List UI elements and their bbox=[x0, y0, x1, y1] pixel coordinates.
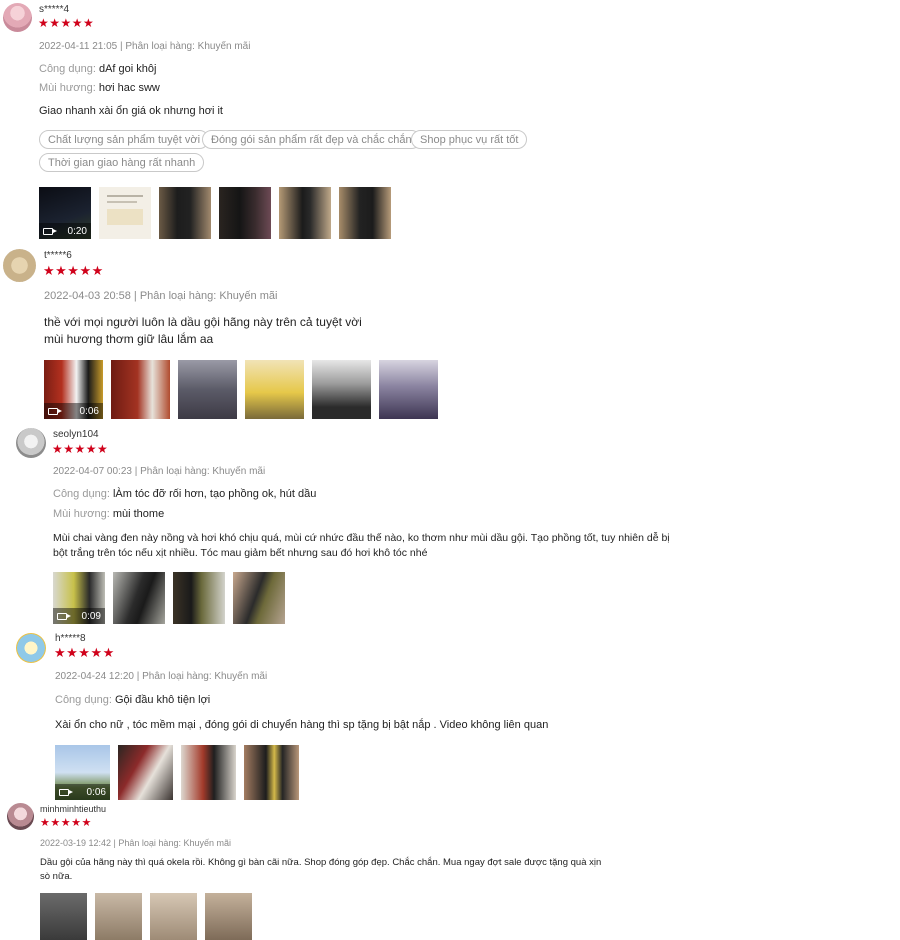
avatar[interactable] bbox=[3, 249, 36, 282]
video-thumbnail[interactable]: 0:09 bbox=[53, 572, 105, 624]
review-meta: 2022-03-19 12:42 | Phân loại hàng: Khuyế… bbox=[40, 838, 231, 848]
media-gallery bbox=[40, 893, 252, 940]
attribute-value: mùi thome bbox=[112, 508, 165, 520]
review-text-line: thề với mọi người luôn là dầu gội hãng n… bbox=[44, 315, 362, 329]
review-meta: 2022-04-11 21:05 | Phân loại hàng: Khuyế… bbox=[39, 41, 251, 52]
review-text: Giao nhanh xài ổn giá ok nhưng hơi it bbox=[39, 105, 223, 117]
media-gallery: 0:06 bbox=[55, 745, 299, 800]
video-thumbnail[interactable]: 0:20 bbox=[39, 187, 91, 239]
username: seolyn104 bbox=[53, 429, 99, 440]
star-rating: ★★★★★ bbox=[52, 442, 109, 456]
review-tag[interactable]: Đóng gói sản phẩm rất đẹp và chắc chắn bbox=[202, 130, 421, 149]
image-thumbnail[interactable] bbox=[219, 187, 271, 239]
image-thumbnail[interactable] bbox=[178, 360, 237, 419]
attribute-label: Công dụng: bbox=[39, 63, 96, 75]
star-rating: ★★★★★ bbox=[43, 263, 104, 278]
video-thumbnail[interactable]: 0:06 bbox=[55, 745, 110, 800]
image-thumbnail[interactable] bbox=[205, 893, 252, 940]
review-text-line: sò nữa. bbox=[40, 870, 73, 882]
star-rating: ★★★★★ bbox=[38, 16, 95, 30]
image-thumbnail[interactable] bbox=[312, 360, 371, 419]
video-camera-icon bbox=[59, 788, 73, 796]
avatar[interactable] bbox=[3, 3, 32, 32]
media-gallery: 0:20 bbox=[39, 187, 391, 239]
review-meta: 2022-04-07 00:23 | Phân loại hàng: Khuyế… bbox=[53, 466, 266, 477]
review-meta: 2022-04-24 12:20 | Phân loại hàng: Khuyế… bbox=[55, 671, 268, 682]
attribute-value: dAf goi khôj bbox=[98, 63, 157, 75]
review-text: Dầu gội của hãng này thì quá okela rồi. … bbox=[40, 856, 601, 884]
image-thumbnail[interactable] bbox=[244, 745, 299, 800]
image-thumbnail[interactable] bbox=[279, 187, 331, 239]
review-text-line: Dầu gội của hãng này thì quá okela rồi. … bbox=[40, 857, 602, 868]
image-thumbnail[interactable] bbox=[159, 187, 211, 239]
review-tag[interactable]: Thời gian giao hàng rất nhanh bbox=[39, 153, 205, 172]
username: s*****4 bbox=[39, 4, 70, 15]
review-text-line: Mùi chai vàng đen này nồng và hơi khó ch… bbox=[53, 532, 670, 544]
image-thumbnail[interactable] bbox=[245, 360, 304, 419]
attribute-value: lÀm tóc đỡ rối hơn, tạo phồng ok, hút dầ… bbox=[112, 488, 317, 500]
review-text: Mùi chai vàng đen này nồng và hơi khó ch… bbox=[53, 531, 670, 561]
attribute-label: Công dụng: bbox=[55, 694, 112, 706]
attribute-scent: Mùi hương: mùi thome bbox=[53, 508, 164, 520]
image-thumbnail[interactable] bbox=[339, 187, 391, 239]
attribute-value: hơi hac sww bbox=[98, 82, 160, 94]
review-text: Xài ổn cho nữ , tóc mềm mại , đóng gói d… bbox=[55, 719, 549, 731]
video-camera-icon bbox=[48, 407, 62, 415]
image-thumbnail[interactable] bbox=[181, 745, 236, 800]
video-thumbnail[interactable]: 0:06 bbox=[44, 360, 103, 419]
avatar[interactable] bbox=[7, 803, 34, 830]
attribute-label: Công dụng: bbox=[53, 488, 110, 500]
avatar[interactable] bbox=[16, 633, 46, 663]
image-thumbnail[interactable] bbox=[233, 572, 285, 624]
attribute-usage: Công dụng: lÀm tóc đỡ rối hơn, tạo phồng… bbox=[53, 488, 316, 500]
username: h*****8 bbox=[55, 633, 86, 644]
review-tag[interactable]: Chất lượng sản phẩm tuyệt vời bbox=[39, 130, 210, 149]
username: minhminhtieuthu bbox=[40, 804, 107, 814]
video-duration: 0:20 bbox=[67, 225, 87, 237]
image-thumbnail[interactable] bbox=[173, 572, 225, 624]
avatar[interactable] bbox=[16, 428, 46, 458]
star-rating: ★★★★★ bbox=[40, 817, 92, 829]
username: t*****6 bbox=[44, 250, 72, 261]
image-thumbnail[interactable] bbox=[150, 893, 197, 940]
image-thumbnail[interactable] bbox=[379, 360, 438, 419]
image-thumbnail[interactable] bbox=[40, 893, 87, 940]
media-gallery: 0:06 bbox=[44, 360, 438, 419]
video-camera-icon bbox=[43, 227, 57, 235]
image-thumbnail[interactable] bbox=[111, 360, 170, 419]
attribute-label: Mùi hương: bbox=[39, 82, 96, 94]
review-meta: 2022-04-03 20:58 | Phân loại hàng: Khuyế… bbox=[44, 290, 278, 302]
review-text-line: mùi hương thơm giữ lâu lắm aa bbox=[44, 332, 214, 347]
image-thumbnail[interactable] bbox=[118, 745, 173, 800]
review-text: thề với mọi người luôn là dầu gội hãng n… bbox=[44, 314, 362, 349]
attribute-label: Mùi hương: bbox=[53, 508, 110, 520]
image-thumbnail[interactable] bbox=[99, 187, 151, 239]
attribute-value: Gội đầu khô tiện lợi bbox=[114, 694, 211, 706]
attribute-usage: Công dụng: Gội đầu khô tiện lợi bbox=[55, 694, 210, 706]
image-thumbnail[interactable] bbox=[95, 893, 142, 940]
video-duration: 0:06 bbox=[79, 405, 99, 417]
star-rating: ★★★★★ bbox=[54, 645, 115, 660]
video-duration: 0:06 bbox=[86, 786, 106, 798]
video-camera-icon bbox=[57, 612, 71, 620]
attribute-scent: Mùi hương: hơi hac sww bbox=[39, 82, 160, 94]
video-duration: 0:09 bbox=[81, 610, 101, 622]
review-text-line: bột trắng trên tóc nếu xịt nhiều. Tóc ma… bbox=[53, 547, 428, 560]
attribute-usage: Công dụng: dAf goi khôj bbox=[39, 63, 156, 75]
image-thumbnail[interactable] bbox=[113, 572, 165, 624]
media-gallery: 0:09 bbox=[53, 572, 285, 624]
review-tag[interactable]: Shop phục vụ rất tốt bbox=[411, 130, 528, 149]
